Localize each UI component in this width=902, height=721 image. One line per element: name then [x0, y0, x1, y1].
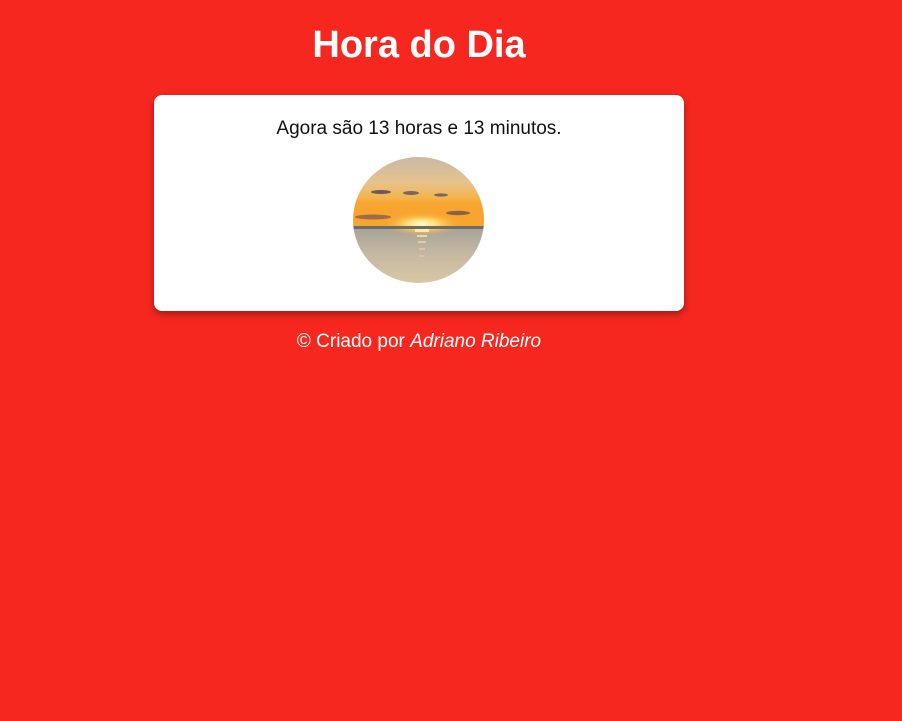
- footer-credit: © Criado por Adriano Ribeiro: [154, 330, 684, 354]
- page-title: Hora do Dia: [312, 24, 526, 66]
- page: Hora do Dia Agora são 13 horas e 13 minu…: [0, 0, 902, 721]
- footer-prefix: © Criado por: [296, 331, 405, 352]
- sunset-image: [353, 157, 484, 283]
- time-message: Agora são 13 horas e 13 minutos.: [276, 118, 562, 139]
- time-card: Agora são 13 horas e 13 minutos.: [154, 95, 684, 311]
- sunset-photo-graphic: [353, 157, 484, 283]
- footer-author: Adriano Ribeiro: [410, 331, 542, 352]
